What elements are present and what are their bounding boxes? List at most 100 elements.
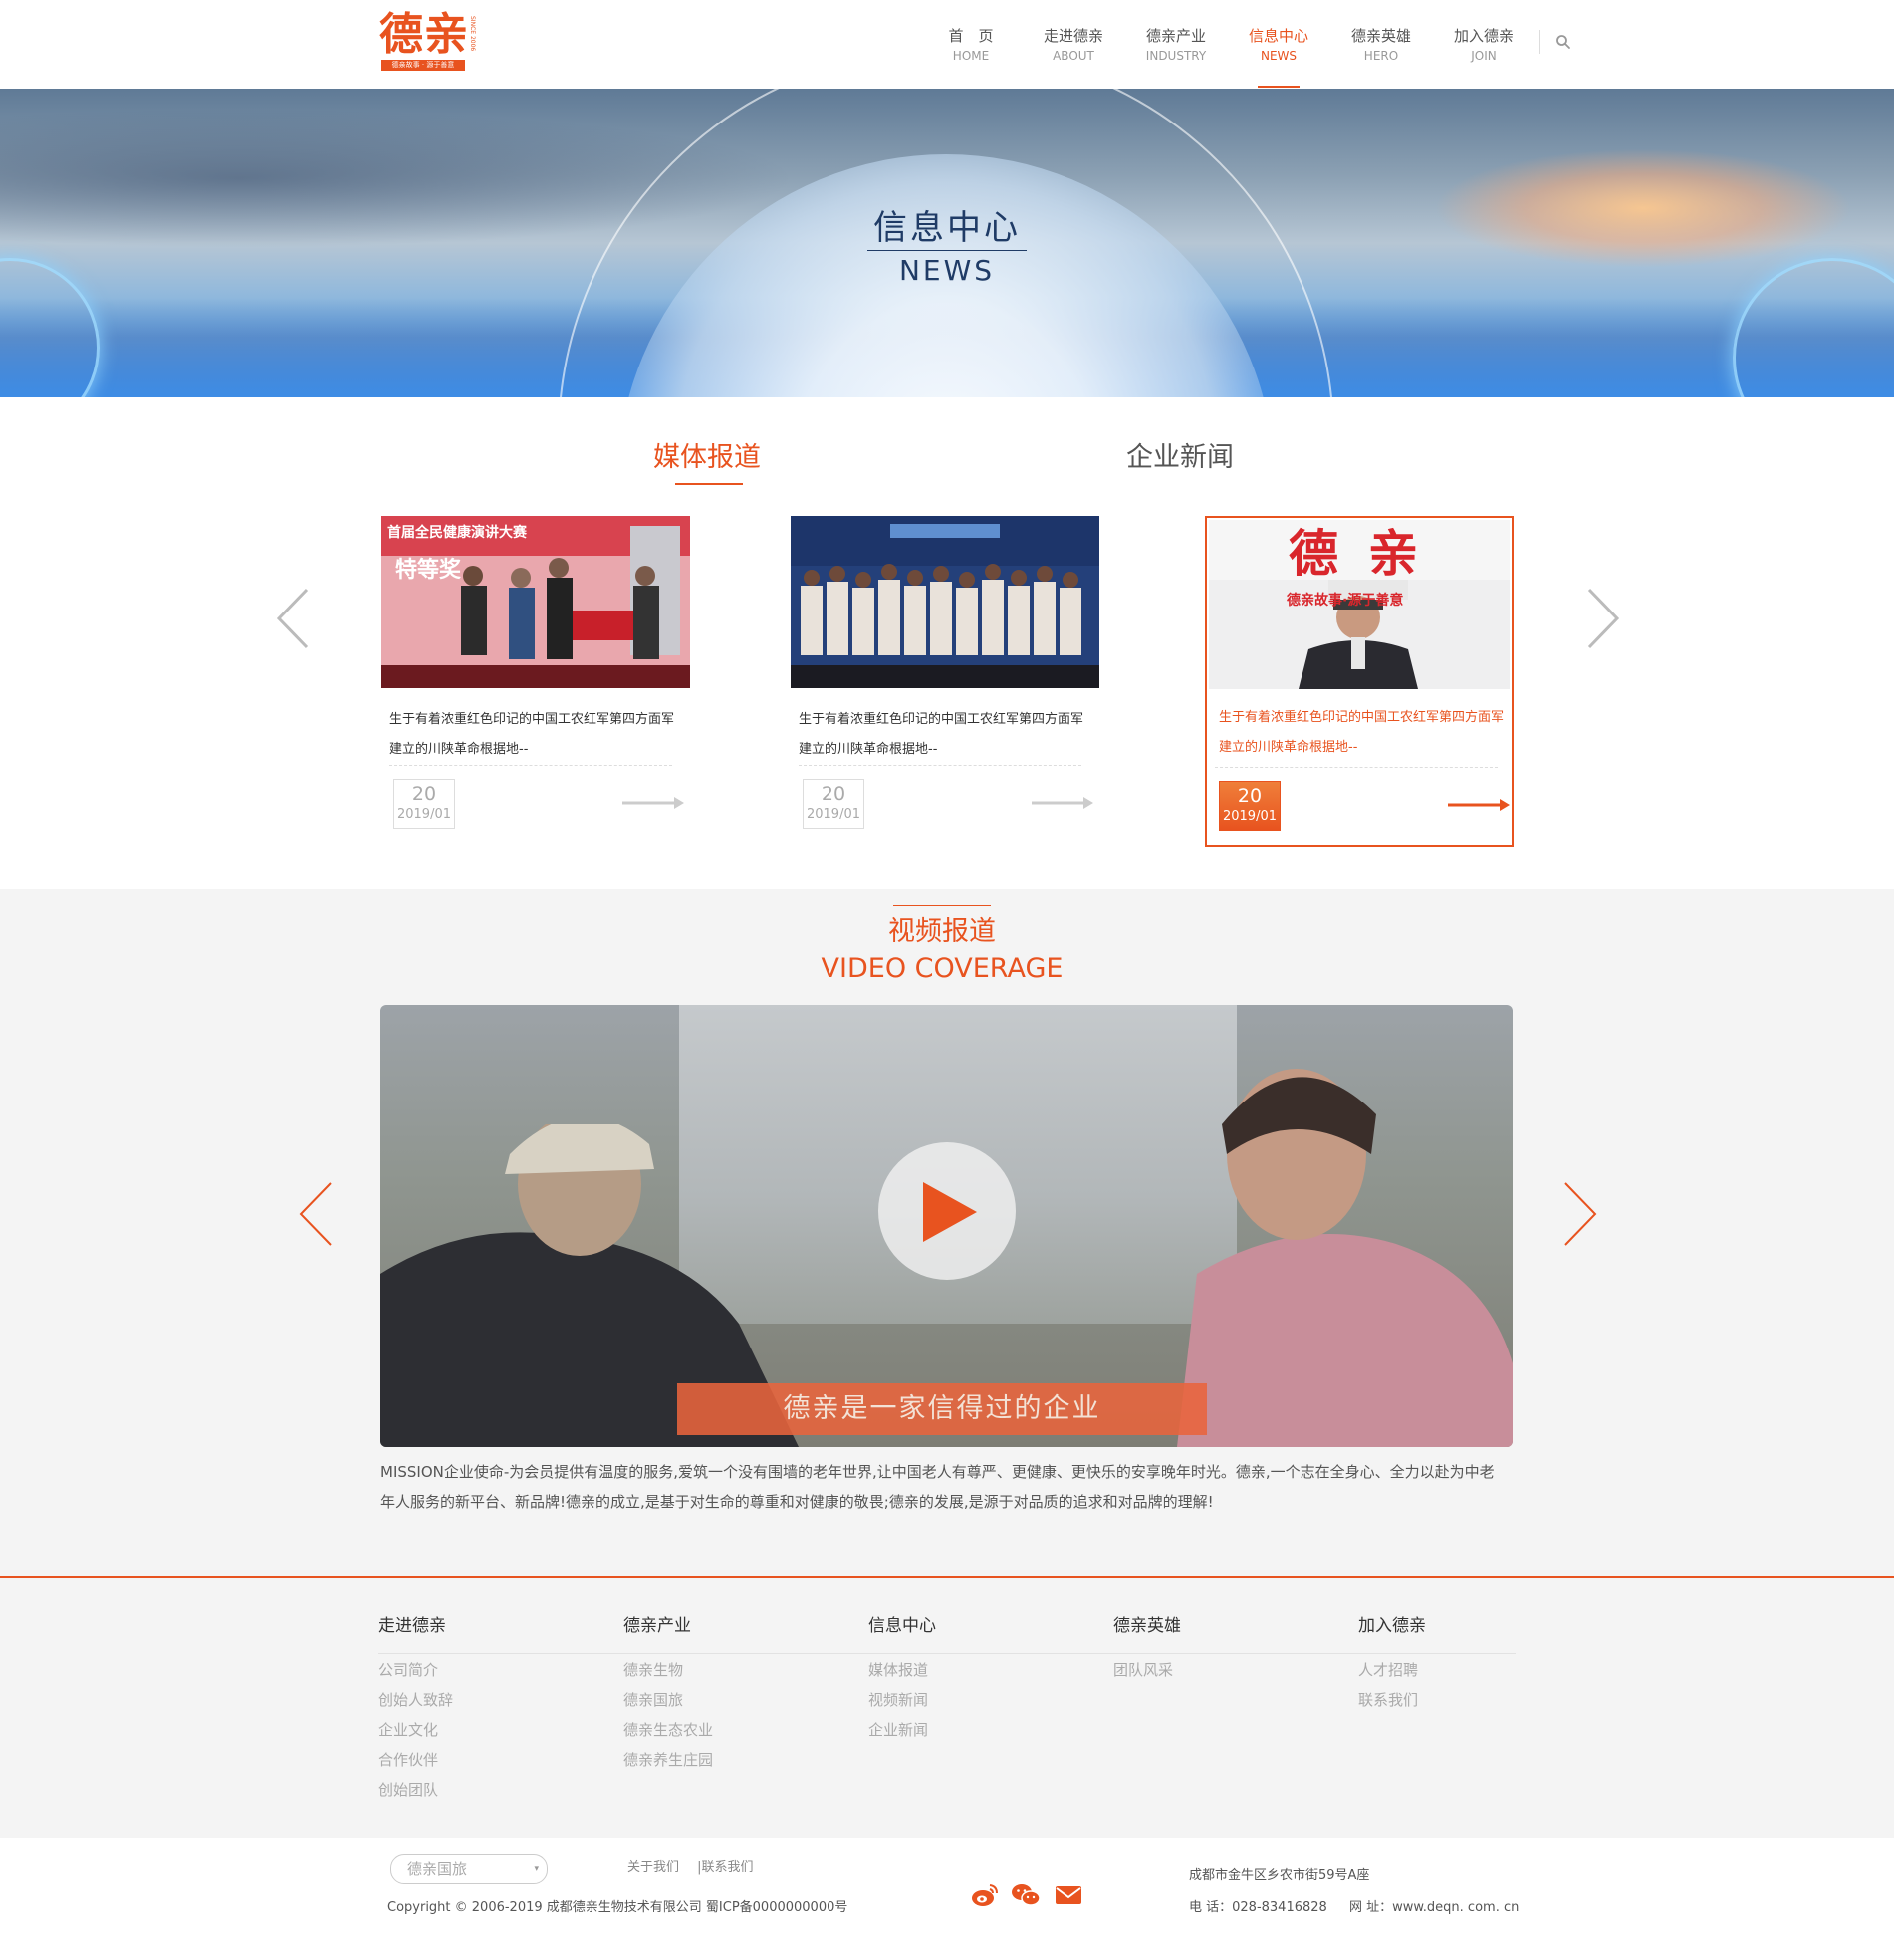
video-title-en: VIDEO COVERAGE: [821, 953, 1064, 984]
banner-title-en: NEWS: [898, 254, 996, 287]
nav-label-cn: 德亲英雄: [1350, 27, 1411, 45]
footer-column-join: 加入德亲 人才招聘 联系我们: [1358, 1611, 1557, 1715]
news-card-photo-caption: 首届全民健康演讲大赛: [387, 525, 527, 541]
news-card-title: 生于有着浓重红色印记的中国工农红军第四方面军建立的川陕革命根据地--: [799, 712, 1084, 757]
news-card-separator: [799, 765, 1081, 766]
footer-link[interactable]: 企业新闻: [868, 1715, 1067, 1745]
nav-item-join[interactable]: 加入德亲 JOIN: [1439, 26, 1529, 64]
news-card-year-month: 2019/01: [396, 807, 451, 822]
nav-item-about[interactable]: 走进德亲 ABOUT: [1029, 26, 1118, 64]
footer-bottom-bar: [0, 1838, 1894, 1960]
footer-column-industry: 德亲产业 德亲生物 德亲国旅 德亲生态农业 德亲养生庄园: [623, 1611, 823, 1775]
news-card[interactable]: 生于有着浓重红色印记的中国工农红军第四方面军建立的川陕革命根据地-- 20 20…: [791, 516, 1099, 847]
nav-item-hero[interactable]: 德亲英雄 HERO: [1336, 26, 1426, 64]
footer-link[interactable]: 联系我们: [1358, 1685, 1557, 1715]
news-card-photo-tagline: 德亲故事·源于善意: [1287, 593, 1404, 609]
news-card-day: 20: [411, 783, 437, 805]
tab-company-news[interactable]: 企业新闻: [1126, 438, 1234, 478]
footer-link[interactable]: 公司简介: [378, 1655, 578, 1685]
video-title-cn: 视频报道: [888, 916, 996, 947]
hero-banner: 信息中心 NEWS: [0, 89, 1894, 397]
news-card-title: 生于有着浓重红色印记的中国工农红军第四方面军建立的川陕革命根据地--: [1219, 710, 1505, 755]
site-select-dropdown[interactable]: 德亲国旅 ▾: [390, 1854, 548, 1884]
tab-active-underline: [675, 483, 743, 485]
news-card-separator: [389, 765, 672, 766]
nav-label-cn: 信息中心: [1248, 27, 1308, 45]
news-card[interactable]: 首届全民健康演讲大赛 特等奖 生于有着浓重红色印记的中国工农红军第四方面军建立的…: [381, 516, 690, 847]
read-more-arrow-icon[interactable]: [622, 795, 686, 811]
logo[interactable]: 德亲 德亲故事 · 源于善意 SINCE 2006: [379, 12, 483, 72]
play-icon: [923, 1182, 977, 1242]
news-card-photo: 首届全民健康演讲大赛 特等奖: [381, 516, 690, 688]
footer-column-heading: 德亲产业: [623, 1616, 691, 1636]
footer-inline-links: 关于我们 |联系我们: [627, 1858, 754, 1878]
chevron-down-icon: ▾: [534, 1864, 539, 1874]
footer-link[interactable]: 企业文化: [378, 1715, 578, 1745]
footer-link[interactable]: 创始团队: [378, 1775, 578, 1805]
footer-link[interactable]: 德亲国旅: [623, 1685, 823, 1715]
news-card-photo: [791, 516, 1099, 688]
footer-column-heading: 加入德亲: [1358, 1616, 1426, 1636]
footer-link[interactable]: 团队风采: [1113, 1655, 1312, 1685]
news-next-arrow-icon[interactable]: [1585, 588, 1621, 649]
footer-link[interactable]: 德亲生态农业: [623, 1715, 823, 1745]
footer-link[interactable]: 视频新闻: [868, 1685, 1067, 1715]
nav-item-news[interactable]: 信息中心 NEWS: [1234, 26, 1323, 88]
weibo-icon[interactable]: [970, 1882, 1000, 1908]
nav-item-home[interactable]: 首 页 HOME: [926, 26, 1016, 64]
logo-side-text: SINCE 2006: [469, 16, 476, 52]
news-card-photo: 德亲 德亲故事·源于善意: [1209, 520, 1510, 689]
video-prev-arrow-icon[interactable]: [297, 1181, 335, 1247]
video-next-arrow-icon[interactable]: [1561, 1181, 1599, 1247]
news-prev-arrow-icon[interactable]: [275, 588, 311, 649]
banner-sunset-glow: [1434, 148, 1852, 268]
nav-label-cn: 走进德亲: [1043, 27, 1103, 45]
news-card-date: 20 2019/01: [803, 779, 864, 829]
news-card-year-month: 2019/01: [1222, 809, 1277, 824]
video-title-rule: [893, 905, 991, 906]
footer-column-heading: 信息中心: [868, 1616, 936, 1636]
nav-label-en: JOIN: [1471, 49, 1497, 63]
news-card-date: 20 2019/01: [1219, 781, 1281, 831]
nav-item-industry[interactable]: 德亲产业 INDUSTRY: [1131, 26, 1221, 64]
news-card-date: 20 2019/01: [393, 779, 455, 829]
banner-title-cn: 信息中心: [873, 208, 1021, 248]
footer-column-hero: 德亲英雄 团队风采: [1113, 1611, 1312, 1685]
site-select-value: 德亲国旅: [407, 1860, 468, 1878]
footer-link[interactable]: 媒体报道: [868, 1655, 1067, 1685]
banner-title-rule: [867, 250, 1027, 251]
wechat-icon[interactable]: [1011, 1882, 1041, 1908]
footer-link[interactable]: 德亲养生庄园: [623, 1745, 823, 1775]
video-player[interactable]: 德亲是一家信得过的企业: [380, 1005, 1513, 1447]
mail-icon[interactable]: [1054, 1882, 1083, 1908]
nav-label-en: ABOUT: [1053, 49, 1094, 63]
news-card-year-month: 2019/01: [806, 807, 860, 822]
news-card-day: 20: [1237, 785, 1263, 807]
news-card-photo-award: 特等奖: [395, 558, 462, 583]
footer-column-news: 信息中心 媒体报道 视频新闻 企业新闻: [868, 1611, 1067, 1745]
about-us-link[interactable]: 关于我们: [627, 1860, 679, 1875]
nav-label-cn: 首 页: [948, 27, 994, 45]
read-more-arrow-icon[interactable]: [1448, 797, 1512, 813]
company-website[interactable]: 网 址：www.deqn. com. cn: [1349, 1900, 1519, 1915]
read-more-arrow-icon[interactable]: [1032, 795, 1095, 811]
news-card-active[interactable]: 德亲 德亲故事·源于善意 生于有着浓重红色印记的中国工农红军第四方面军建立的川陕…: [1205, 516, 1514, 847]
copyright-text: Copyright © 2006-2019 成都德亲生物技术有限公司 蜀ICP备…: [387, 1900, 848, 1915]
footer-link[interactable]: 德亲生物: [623, 1655, 823, 1685]
search-icon[interactable]: [1555, 34, 1571, 50]
footer-link[interactable]: 合作伙伴: [378, 1745, 578, 1775]
footer-column-heading: 德亲英雄: [1113, 1616, 1181, 1636]
footer-link[interactable]: 创始人致辞: [378, 1685, 578, 1715]
contact-us-link[interactable]: |联系我们: [697, 1860, 753, 1875]
tab-media-reports[interactable]: 媒体报道: [653, 438, 761, 478]
footer-column-about: 走进德亲 公司简介 创始人致辞 企业文化 合作伙伴 创始团队: [378, 1611, 578, 1805]
banner-title: 信息中心 NEWS: [847, 208, 1047, 287]
video-description: MISSION企业使命-为会员提供有温度的服务,爱筑一个没有围墙的老年世界,让中…: [380, 1463, 1495, 1511]
footer-link[interactable]: 人才招聘: [1358, 1655, 1557, 1685]
company-contact: 电 话：028-83416828 网 址：www.deqn. com. cn: [1189, 1898, 1519, 1918]
video-subtitle: 德亲是一家信得过的企业: [677, 1383, 1207, 1435]
nav-divider: [1539, 30, 1540, 54]
nav-label-en: INDUSTRY: [1145, 49, 1207, 63]
site-header: 德亲 德亲故事 · 源于善意 SINCE 2006 首 页 HOME 走进德亲 …: [0, 0, 1894, 89]
logo-tagline: 德亲故事 · 源于善意: [381, 60, 465, 71]
